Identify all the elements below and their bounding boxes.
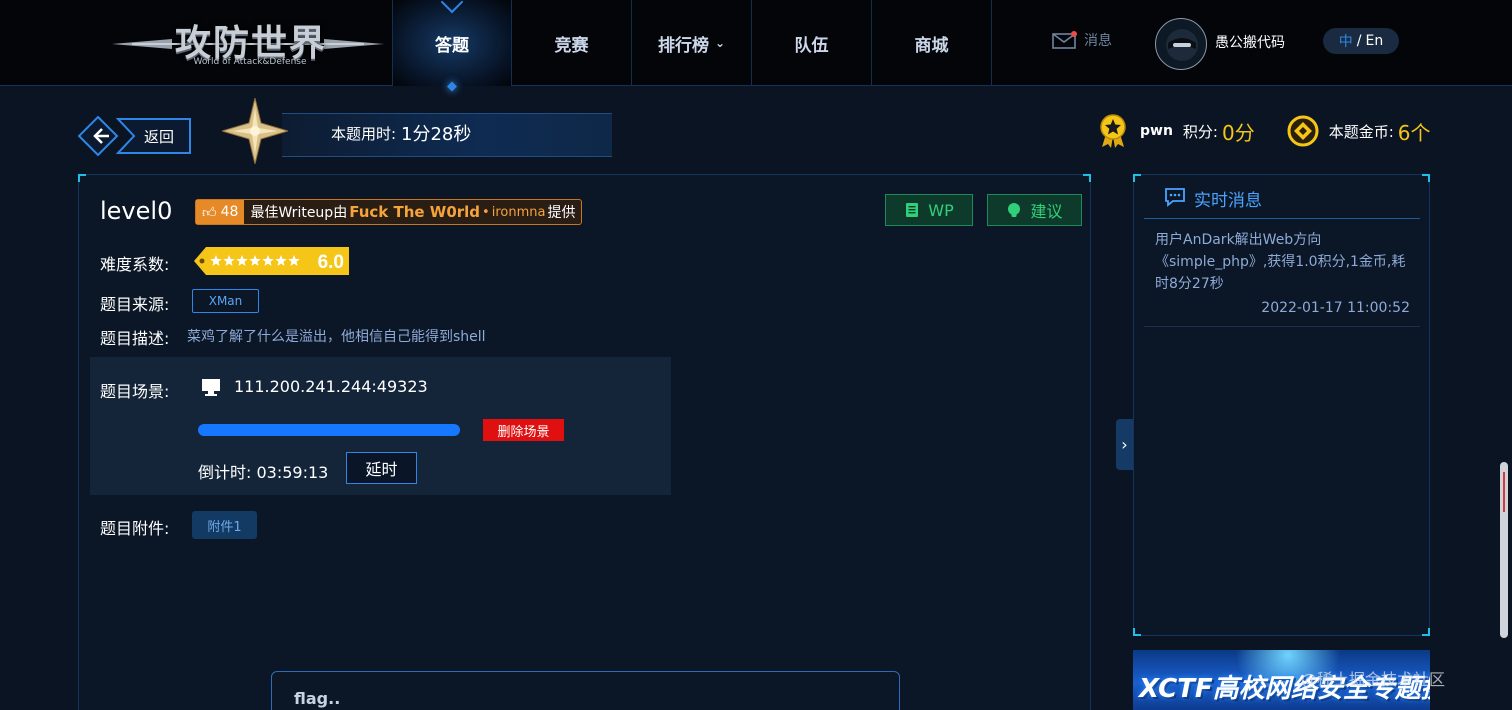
countdown: 倒计时: 03:59:13 — [198, 459, 328, 483]
panel-corner — [78, 174, 86, 182]
chat-bubble-icon — [1165, 188, 1185, 207]
wp-button[interactable]: WP — [885, 194, 973, 226]
timer-label: 本题用时: — [331, 125, 397, 143]
description-label: 题目描述: — [100, 329, 170, 348]
challenge-panel: level0 👍︎ 48 最佳Writeup由 Fuck The W0rld •… — [78, 174, 1091, 710]
panel-corner — [1422, 174, 1430, 182]
scene-progress-fill — [198, 424, 460, 436]
coin-icon — [1287, 115, 1319, 147]
messages-link[interactable]: 消息 — [1052, 30, 1112, 50]
flag-input[interactable] — [271, 671, 900, 710]
scene-address[interactable]: 111.200.241.244:49323 — [234, 377, 428, 396]
language-switch[interactable]: 中 / En — [1323, 28, 1399, 54]
delay-button[interactable]: 延时 — [346, 452, 417, 484]
source-tag[interactable]: XMan — [192, 289, 259, 313]
writeup-dot: • — [482, 204, 490, 220]
like-counter[interactable]: 👍︎ 48 — [196, 200, 245, 224]
chevron-right-icon[interactable]: › — [1116, 419, 1133, 470]
challenge-title: level0 — [100, 197, 173, 225]
realtime-messages-panel: 实时消息 用户AnDark解出Web方向《simple_php》,获得1.0积分… — [1133, 174, 1430, 636]
description-text: 菜鸡了解了什么是溢出，他相信自己能得到shell — [187, 329, 486, 345]
username[interactable]: 愚公搬代码 — [1215, 32, 1285, 52]
coin-label: 本题金币: — [1328, 122, 1394, 141]
writeup-prefix: 最佳Writeup由 — [250, 205, 348, 221]
writeup-team[interactable]: Fuck The W0rld — [349, 203, 480, 221]
difficulty-value: 6.0 — [318, 252, 344, 273]
nav-item-answer[interactable]: 答题 — [392, 0, 512, 86]
nav-label: 队伍 — [794, 35, 829, 56]
medal-icon — [1100, 114, 1126, 148]
compass-star-icon — [222, 98, 288, 164]
realtime-header: 实时消息 — [1144, 175, 1420, 219]
messages-label: 消息 — [1084, 33, 1112, 49]
wp-label: WP — [928, 200, 954, 220]
panel-corner — [1083, 174, 1091, 182]
nav-item-shop[interactable]: 商城 — [872, 0, 992, 86]
category-name: pwn — [1140, 123, 1173, 139]
attachment-button[interactable]: 附件1 — [192, 511, 257, 539]
lang-en[interactable]: En — [1366, 33, 1384, 49]
score-label: 积分: — [1182, 122, 1218, 141]
countdown-label: 倒计时: — [198, 463, 252, 482]
lang-separator: / — [1356, 33, 1362, 49]
realtime-title: 实时消息 — [1194, 191, 1262, 211]
list-item: 用户AnDark解出Web方向《simple_php》,获得1.0积分,1金币,… — [1144, 229, 1420, 327]
logo-subtitle: World of Attack&Defense — [193, 57, 307, 67]
source-label: 题目来源: — [100, 295, 170, 314]
nav-item-leaderboard[interactable]: 排行榜 ⌄ — [632, 0, 752, 86]
scene-progress-track — [198, 424, 460, 436]
avatar[interactable] — [1155, 18, 1207, 70]
ninja-avatar-icon — [1166, 29, 1198, 61]
scene-label: 题目场景: — [100, 382, 170, 401]
lightbulb-icon — [1008, 203, 1021, 217]
lang-zh[interactable]: 中 — [1339, 31, 1353, 51]
nav-label: 答题 — [435, 35, 469, 56]
panel-corner — [1133, 628, 1141, 636]
coin-value: 6个 — [1397, 120, 1431, 145]
score-summary: pwn 积分: 0分 本题金币: 6个 — [1098, 114, 1431, 148]
panel-corner — [1133, 174, 1141, 182]
panel-corner — [1422, 628, 1430, 636]
nav-item-competition[interactable]: 竞赛 — [512, 0, 632, 86]
nav-label: 竞赛 — [554, 35, 589, 56]
envelope-icon — [1052, 31, 1077, 49]
best-writeup-badge[interactable]: 👍︎ 48 最佳Writeup由 Fuck The W0rld • ironmn… — [195, 199, 583, 225]
writeup-suffix: 提供 — [547, 205, 576, 221]
scene-panel: 题目场景: 111.200.241.244:49323 删除场景 倒计时: 03… — [90, 357, 671, 495]
thumbs-up-icon: 👍︎ — [202, 204, 217, 221]
news-text: 用户AnDark解出Web方向《simple_php》,获得1.0积分,1金币,… — [1155, 232, 1406, 292]
score-value: 0分 — [1221, 120, 1255, 145]
scrollbar-marker — [1503, 472, 1505, 512]
difficulty-label: 难度系数: — [100, 255, 170, 274]
site-logo[interactable]: 攻防世界 World of Attack&Defense — [112, 10, 384, 72]
top-navigation-bar: 攻防世界 World of Attack&Defense 答题 竞赛 排行榜 ⌄ … — [0, 0, 1512, 86]
nav-label: 商城 — [914, 35, 949, 56]
countdown-value: 03:59:13 — [256, 463, 329, 482]
attachment-label: 题目附件: — [100, 519, 170, 538]
back-button[interactable] — [78, 116, 192, 156]
suggest-label: 建议 — [1030, 202, 1063, 221]
nav-label: 排行榜 — [657, 35, 709, 56]
chevron-down-icon: ⌄ — [714, 36, 726, 50]
delete-scene-button[interactable]: 删除场景 — [483, 419, 564, 441]
scrollbar[interactable] — [1500, 462, 1508, 638]
news-time: 2022-01-17 11:00:52 — [1261, 300, 1410, 316]
writeup-credit: 最佳Writeup由 Fuck The W0rld • ironmna 提供 — [244, 202, 581, 222]
timer-value: 1分28秒 — [401, 124, 472, 145]
main-nav: 答题 竞赛 排行榜 ⌄ 队伍 商城 — [392, 0, 992, 86]
writeup-user[interactable]: ironmna — [492, 205, 546, 220]
computer-icon — [202, 379, 220, 396]
difficulty-rating: 6.0 — [194, 247, 349, 275]
watermark: @稀土掘金技术社区 — [1301, 670, 1446, 689]
like-count: 48 — [220, 204, 239, 220]
nav-item-team[interactable]: 队伍 — [752, 0, 872, 86]
back-label[interactable]: 返回 — [144, 126, 174, 147]
document-icon — [906, 203, 919, 217]
suggest-button[interactable]: 建议 — [987, 194, 1082, 226]
